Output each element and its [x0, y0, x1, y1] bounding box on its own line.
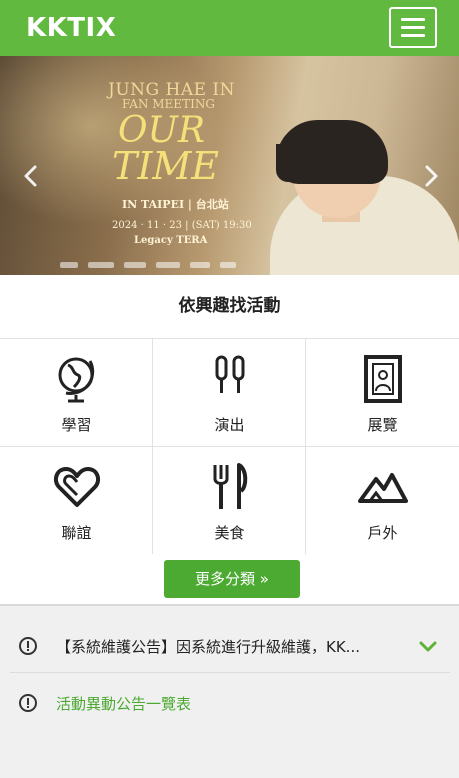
fork-knife-icon [213, 463, 247, 509]
category-label: 美食 [214, 524, 245, 542]
category-learning[interactable]: 學習 [0, 339, 153, 447]
banner-title-line2: TIME [112, 144, 220, 188]
category-food[interactable]: 美食 [153, 447, 306, 555]
kktix-logo[interactable]: KKTIX [26, 13, 116, 43]
announcement-text: 【系統維護公告】因系統進行升級維護，KK... [56, 638, 360, 656]
carousel-prev-button[interactable] [21, 162, 41, 190]
hamburger-menu-icon [401, 18, 425, 21]
carousel-next-button[interactable] [421, 162, 441, 190]
microphone-icon [215, 355, 244, 393]
announcement-list: 【系統維護公告】因系統進行升級維護，KK... 活動異動公告一覽表 [0, 606, 459, 778]
chevron-left-icon [24, 165, 37, 187]
banner-date: 2024 · 11 · 23 | (SAT) 19:30 [112, 220, 252, 231]
mountain-icon [357, 473, 408, 503]
top-navbar: KKTIX [0, 0, 459, 56]
category-social[interactable]: 聯誼 [0, 447, 153, 555]
category-label: 學習 [61, 416, 92, 434]
heart-icon [53, 467, 100, 507]
chevron-down-icon [419, 641, 437, 652]
hamburger-menu-button[interactable] [389, 7, 437, 48]
banner-venue: Legacy TERA [134, 235, 208, 246]
category-performance[interactable]: 演出 [153, 339, 306, 447]
category-label: 展覽 [367, 416, 398, 434]
category-label: 戶外 [367, 524, 398, 542]
category-grid: 學習 演出 展覽 聯誼 美食 戶外 [0, 338, 459, 555]
announcement-item[interactable]: 【系統維護公告】因系統進行升級維護，KK... [10, 621, 450, 673]
chevron-right-icon [425, 165, 438, 187]
globe-icon [58, 357, 94, 403]
announcement-item[interactable]: 活動異動公告一覽表 [10, 678, 450, 730]
picture-frame-icon [363, 355, 402, 403]
banner-subtitle: FAN MEETING [122, 97, 215, 111]
more-categories-area: 更多分類 » [0, 554, 459, 606]
category-label: 聯誼 [61, 524, 92, 542]
alert-circle-icon [19, 637, 37, 655]
more-categories-button[interactable]: 更多分類 » [164, 560, 300, 598]
banner-city: IN TAIPEI | 台北站 [122, 198, 229, 211]
announcement-link[interactable]: 活動異動公告一覽表 [56, 694, 408, 714]
banner-sponsor-logos [60, 254, 410, 268]
expand-button[interactable] [418, 637, 438, 657]
category-label: 演出 [214, 416, 245, 434]
section-title: 依興趣找活動 [0, 275, 459, 338]
alert-circle-icon [19, 694, 37, 712]
category-exhibition[interactable]: 展覽 [306, 339, 459, 447]
category-outdoor[interactable]: 戶外 [306, 447, 459, 555]
